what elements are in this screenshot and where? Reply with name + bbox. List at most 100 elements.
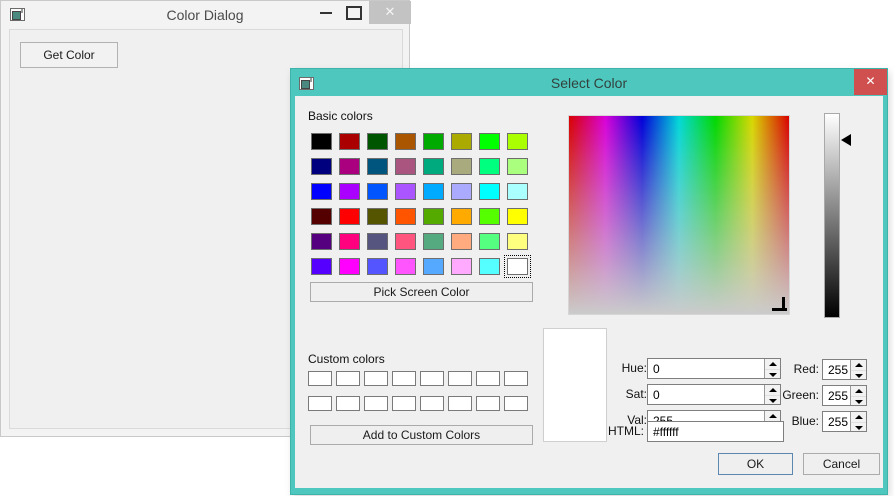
basic-color-swatch[interactable] [423,183,444,200]
blue-spin-down-icon[interactable] [851,422,866,432]
basic-color-swatch[interactable] [423,233,444,250]
basic-color-swatch[interactable] [479,158,500,175]
add-to-custom-colors-button[interactable]: Add to Custom Colors [310,425,533,445]
custom-color-swatch[interactable] [420,371,444,386]
close-icon[interactable]: ✕ [369,1,411,24]
basic-color-swatch[interactable] [479,208,500,225]
custom-color-swatch[interactable] [448,396,472,411]
basic-color-swatch[interactable] [339,258,360,275]
basic-color-swatch[interactable] [339,208,360,225]
blue-spin-buttons [850,412,866,431]
basic-color-swatch[interactable] [367,158,388,175]
basic-color-swatch[interactable] [311,208,332,225]
basic-color-swatch[interactable] [367,258,388,275]
red-spin-down-icon[interactable] [851,370,866,380]
basic-colors-grid [311,133,528,275]
basic-color-swatch[interactable] [451,258,472,275]
custom-color-swatch[interactable] [336,396,360,411]
basic-color-swatch[interactable] [367,208,388,225]
custom-color-swatch[interactable] [476,396,500,411]
basic-color-swatch[interactable] [479,133,500,150]
basic-color-swatch[interactable] [367,183,388,200]
basic-color-swatch[interactable] [395,133,416,150]
cancel-button[interactable]: Cancel [803,453,880,475]
dialog-close-icon[interactable]: ✕ [854,69,887,95]
get-color-button[interactable]: Get Color [20,42,118,68]
basic-color-swatch[interactable] [451,158,472,175]
green-spin-down-icon[interactable] [851,396,866,406]
basic-color-swatch[interactable] [367,133,388,150]
basic-color-swatch[interactable] [311,158,332,175]
basic-color-swatch[interactable] [451,208,472,225]
basic-color-swatch[interactable] [339,158,360,175]
titlebar[interactable]: Color Dialog ✕ [1,1,409,29]
value-slider[interactable] [824,113,840,318]
basic-color-swatch[interactable] [451,133,472,150]
green-spin-up-icon[interactable] [851,386,866,396]
basic-color-swatch[interactable] [311,183,332,200]
red-spinbox [822,359,867,380]
basic-color-swatch[interactable] [395,183,416,200]
blue-spin-up-icon[interactable] [851,412,866,422]
basic-color-swatch[interactable] [507,133,528,150]
basic-color-swatch[interactable] [507,158,528,175]
value-slider-arrow[interactable] [841,134,851,146]
basic-color-swatch[interactable] [311,233,332,250]
basic-color-swatch[interactable] [395,208,416,225]
red-spin-up-icon[interactable] [851,360,866,370]
basic-color-swatch[interactable] [507,183,528,200]
custom-color-swatch[interactable] [504,371,528,386]
hue-input[interactable] [648,359,763,378]
basic-color-swatch[interactable] [423,258,444,275]
pick-screen-color-button[interactable]: Pick Screen Color [310,282,533,302]
custom-color-swatch[interactable] [364,371,388,386]
basic-color-swatch[interactable] [507,233,528,250]
html-input[interactable] [648,422,783,441]
green-label: Green: [757,385,819,406]
basic-color-swatch[interactable] [451,233,472,250]
basic-color-swatch[interactable] [395,233,416,250]
dialog-content: Basic colors Pick Screen Color Custom co… [295,96,883,488]
custom-color-swatch[interactable] [420,396,444,411]
basic-color-swatch[interactable] [395,258,416,275]
custom-color-swatch[interactable] [336,371,360,386]
hue-label: Hue: [585,358,647,379]
sat-input[interactable] [648,385,763,404]
custom-color-swatch[interactable] [476,371,500,386]
basic-color-swatch[interactable] [367,233,388,250]
custom-color-swatch[interactable] [364,396,388,411]
dialog-title: Select Color [291,75,887,91]
green-input[interactable] [823,386,849,405]
basic-color-swatch[interactable] [423,158,444,175]
basic-color-swatch[interactable] [479,233,500,250]
maximize-icon[interactable] [339,1,365,23]
basic-color-swatch[interactable] [311,258,332,275]
basic-color-swatch[interactable] [507,208,528,225]
basic-color-swatch[interactable] [311,133,332,150]
basic-color-swatch[interactable] [451,183,472,200]
custom-color-swatch[interactable] [308,371,332,386]
basic-color-swatch[interactable] [339,183,360,200]
basic-color-swatch[interactable] [423,133,444,150]
dialog-titlebar[interactable]: Select Color ✕ [291,69,887,96]
basic-color-swatch[interactable] [339,133,360,150]
green-spin-buttons [850,386,866,405]
custom-color-swatch[interactable] [448,371,472,386]
custom-color-swatch[interactable] [504,396,528,411]
ok-button[interactable]: OK [718,453,793,475]
custom-color-swatch[interactable] [392,396,416,411]
custom-color-swatch[interactable] [392,371,416,386]
minimize-icon[interactable] [313,1,339,23]
custom-color-swatch[interactable] [308,396,332,411]
basic-color-swatch[interactable] [479,258,500,275]
basic-color-swatch[interactable] [339,233,360,250]
blue-input[interactable] [823,412,849,431]
basic-color-swatch[interactable] [423,208,444,225]
custom-colors-label: Custom colors [308,352,385,366]
basic-color-swatch[interactable] [507,258,528,275]
red-input[interactable] [823,360,849,379]
basic-color-swatch[interactable] [395,158,416,175]
basic-color-swatch[interactable] [479,183,500,200]
select-color-dialog: Select Color ✕ Basic colors Pick Screen … [291,69,887,494]
hue-saturation-picker[interactable] [568,115,790,315]
